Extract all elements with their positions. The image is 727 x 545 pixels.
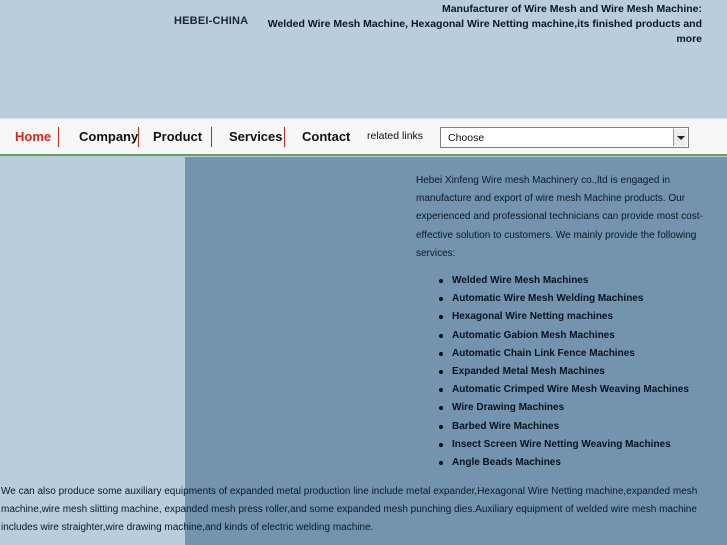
nav-company-link[interactable]: Company [79,128,138,146]
list-item: Automatic Wire Mesh Welding Machines [439,290,689,308]
intro-paragraph: Hebei Xinfeng Wire mesh Machinery co.,lt… [416,175,703,259]
list-item: Angle Beads Machines [439,454,689,472]
nav-services-link[interactable]: Services [229,128,283,146]
nav-separator [58,127,59,147]
list-item: Automatic Crimped Wire Mesh Weaving Mach… [439,381,689,399]
services-list: Welded Wire Mesh Machines Automatic Wire… [439,272,689,472]
tagline-line-1: Manufacturer of Wire Mesh and Wire Mesh … [441,3,702,15]
list-item: Insect Screen Wire Netting Weaving Machi… [439,436,689,454]
list-item: Expanded Metal Mesh Machines [439,363,689,381]
nav-separator [138,127,139,147]
list-item: Hexagonal Wire Netting machines [439,308,689,326]
auxiliary-equipment-paragraph: We can also produce some auxiliary equip… [1,486,698,534]
related-links-select[interactable]: Choose [440,127,689,148]
nav-home-link[interactable]: Home [15,128,51,146]
list-item: Automatic Chain Link Fence Machines [439,345,689,363]
header-tagline: Manufacturer of Wire Mesh and Wire Mesh … [262,2,702,47]
nav-separator [284,127,285,147]
nav-contact-link[interactable]: Contact [302,128,350,146]
brand-name: HEBEI-CHINA [174,15,249,27]
main-navigation: Home Company Product Services Contact re… [0,118,727,156]
list-item: Welded Wire Mesh Machines [439,272,689,290]
list-item: Barbed Wire Machines [439,418,689,436]
chevron-down-icon[interactable] [673,129,687,146]
list-item: Automatic Gabion Mesh Machines [439,327,689,345]
tagline-line-2: Welded Wire Mesh Machine, Hexagonal Wire… [267,18,702,45]
nav-product-link[interactable]: Product [153,128,202,146]
nav-separator [211,127,212,147]
related-links-label: related links [367,130,424,142]
page-header: HEBEI-CHINA Manufacturer of Wire Mesh an… [0,0,727,118]
list-item: Wire Drawing Machines [439,399,689,417]
select-selected-value: Choose [448,132,485,144]
